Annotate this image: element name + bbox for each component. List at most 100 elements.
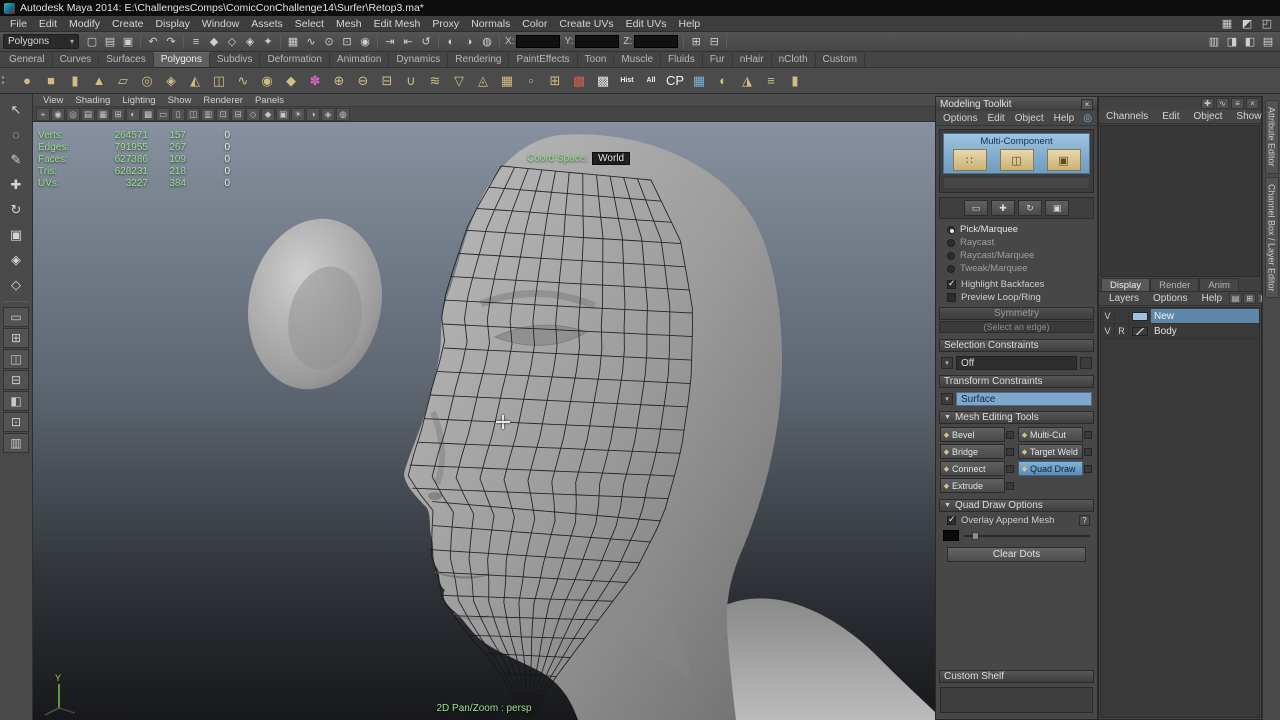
close-icon[interactable]: × <box>1081 99 1093 110</box>
viewport-menu-view[interactable]: View <box>37 95 69 106</box>
snap-curve-icon[interactable]: ∿ <box>302 33 320 50</box>
multi-cut-options-icon[interactable] <box>1084 431 1092 439</box>
menu-create[interactable]: Create <box>106 18 150 30</box>
poly-sphere-icon[interactable]: ● <box>16 70 38 92</box>
selection-constraint-dropdown[interactable]: Off <box>956 356 1077 370</box>
selection-constraint-options-icon[interactable] <box>1080 357 1092 369</box>
move-tool-icon[interactable]: ✚ <box>3 172 29 197</box>
relative-transform-icon[interactable]: ⊟ <box>705 33 723 50</box>
rotate-tool-icon[interactable]: ↻ <box>3 197 29 222</box>
two-d-pan-zoom-icon[interactable]: ⊞ <box>111 108 125 121</box>
shelf-menu-icon[interactable]: ▸▸ <box>2 76 12 86</box>
help-icon[interactable]: ? <box>1079 515 1090 526</box>
shelf-tab-ncloth[interactable]: nCloth <box>772 53 816 67</box>
film-gate-icon[interactable]: ▭ <box>156 108 170 121</box>
overlay-color-swatch[interactable] <box>943 530 959 541</box>
checker-uv-icon[interactable]: ▩ <box>592 70 614 92</box>
lock-selection-icon[interactable]: ◈ <box>241 33 259 50</box>
field-chart-icon[interactable]: ▥ <box>201 108 215 121</box>
layer-color-chip[interactable] <box>1132 312 1148 321</box>
poly-cube-icon[interactable]: ■ <box>40 70 62 92</box>
layer-renderable-toggle[interactable]: R <box>1115 324 1129 338</box>
highlight-selection-icon[interactable]: ✦ <box>259 33 277 50</box>
textured-mode-icon[interactable]: ▣ <box>276 108 290 121</box>
face-component-icon[interactable]: ▣ <box>1047 149 1081 171</box>
slider-speed-icon[interactable]: ∿ <box>1216 98 1229 109</box>
poly-barrel-icon[interactable]: ▮ <box>784 70 806 92</box>
input-connections-icon[interactable]: ⇥ <box>381 33 399 50</box>
clear-dots-button[interactable]: Clear Dots <box>947 547 1086 562</box>
target-weld-button[interactable]: ◆Target Weld <box>1018 444 1083 459</box>
snap-point-icon[interactable]: ⊙ <box>320 33 338 50</box>
quadrangulate-icon[interactable]: ▦ <box>496 70 518 92</box>
platonic-solid-icon[interactable]: ◆ <box>280 70 302 92</box>
smooth-icon[interactable]: ≋ <box>424 70 446 92</box>
construction-history-icon[interactable]: ↺ <box>417 33 435 50</box>
append-polygon-icon[interactable]: ⊞ <box>544 70 566 92</box>
shelf-tab-animation[interactable]: Animation <box>330 53 389 67</box>
viewport-menu-renderer[interactable]: Renderer <box>197 95 249 106</box>
menu-edit-mesh[interactable]: Edit Mesh <box>368 18 427 30</box>
snap-view-plane-icon[interactable]: ⊡ <box>338 33 356 50</box>
open-scene-icon[interactable]: ▤ <box>101 33 119 50</box>
poly-torus-icon[interactable]: ◎ <box>136 70 158 92</box>
toolbox-toggle-icon[interactable]: ▥ <box>1205 33 1223 50</box>
shadows-icon[interactable]: ◑ <box>306 108 320 121</box>
menu-window[interactable]: Window <box>196 18 245 30</box>
poly-pipe-icon[interactable]: ◫ <box>208 70 230 92</box>
extrude-options-icon[interactable] <box>1006 482 1014 490</box>
resolution-gate-icon[interactable]: ▯ <box>171 108 185 121</box>
paint-select-tool-icon[interactable]: ✎ <box>3 147 29 172</box>
section-selection-constraints[interactable]: Selection Constraints <box>939 339 1094 352</box>
layer-renderable-toggle[interactable] <box>1115 309 1129 323</box>
outliner-persp-layout-icon[interactable]: ▥ <box>3 433 29 453</box>
output-connections-icon[interactable]: ⇤ <box>399 33 417 50</box>
viewport-menu-panels[interactable]: Panels <box>249 95 290 106</box>
layer-menu-layers[interactable]: Layers <box>1102 293 1146 304</box>
make-live-icon[interactable]: ◉ <box>356 33 374 50</box>
toolkit-menu-edit[interactable]: Edit <box>982 113 1009 124</box>
layer-row-new[interactable]: VNew <box>1101 309 1259 324</box>
save-scene-icon[interactable]: ▣ <box>119 33 137 50</box>
selection-mode-pick-marquee[interactable]: Pick/Marquee <box>939 223 1094 236</box>
target-weld-options-icon[interactable] <box>1084 448 1092 456</box>
y-coordinate-field[interactable] <box>575 35 619 48</box>
safe-title-icon[interactable]: ⊟ <box>231 108 245 121</box>
stack-icon[interactable]: ≡ <box>760 70 782 92</box>
channel-box-toggle-icon[interactable]: ▤ <box>1259 33 1277 50</box>
single-pane-layout-icon[interactable]: ▭ <box>3 307 29 327</box>
reduce-icon[interactable]: ▽ <box>448 70 470 92</box>
shelf-tab-curves[interactable]: Curves <box>53 53 100 67</box>
menu-modify[interactable]: Modify <box>63 18 106 30</box>
absolute-transform-icon[interactable]: ⊞ <box>687 33 705 50</box>
menu-help[interactable]: Help <box>673 18 707 30</box>
undo-icon[interactable]: ↶ <box>144 33 162 50</box>
marquee-select-icon[interactable]: ▭ <box>964 200 988 216</box>
modeling-toolkit-titlebar[interactable]: Modeling Toolkit × <box>936 97 1097 111</box>
isolate-select-icon[interactable]: ◍ <box>336 108 350 121</box>
toolkit-menu-options[interactable]: Options <box>938 113 982 124</box>
shelf-tab-dynamics[interactable]: Dynamics <box>389 53 448 67</box>
quad-draw-options-icon[interactable] <box>1084 465 1092 473</box>
shelf-tab-fluids[interactable]: Fluids <box>661 53 703 67</box>
separate-icon[interactable]: ⊖ <box>352 70 374 92</box>
extract-icon[interactable]: ⊟ <box>376 70 398 92</box>
shelf-tab-polygons[interactable]: Polygons <box>154 52 210 67</box>
menu-create-uvs[interactable]: Create UVs <box>553 18 619 30</box>
vertex-component-icon[interactable]: ∷ <box>953 149 987 171</box>
bridge-options-icon[interactable] <box>1006 448 1014 456</box>
viewport-panel[interactable]: ViewShadingLightingShowRendererPanels ⌖◉… <box>33 94 935 720</box>
section-quad-draw-options[interactable]: ▼ Quad Draw Options <box>939 499 1094 512</box>
edge-component-icon[interactable]: ◫ <box>1000 149 1034 171</box>
viewport-menu-shading[interactable]: Shading <box>69 95 116 106</box>
shelf-tab-muscle[interactable]: Muscle <box>614 53 661 67</box>
symmetry-button[interactable]: Symmetry <box>939 307 1094 320</box>
shelf-tab-fur[interactable]: Fur <box>703 53 733 67</box>
render-settings-icon[interactable]: ◍ <box>478 33 496 50</box>
overlay-opacity-slider[interactable] <box>964 535 1090 537</box>
menu-mesh[interactable]: Mesh <box>330 18 368 30</box>
three-pane-top-split-layout-icon[interactable]: ⊡ <box>3 412 29 432</box>
two-pane-stacked-layout-icon[interactable]: ⊟ <box>3 370 29 390</box>
bevel-options-icon[interactable] <box>1006 431 1014 439</box>
transform-constraint-dropdown[interactable]: Surface <box>956 392 1092 406</box>
